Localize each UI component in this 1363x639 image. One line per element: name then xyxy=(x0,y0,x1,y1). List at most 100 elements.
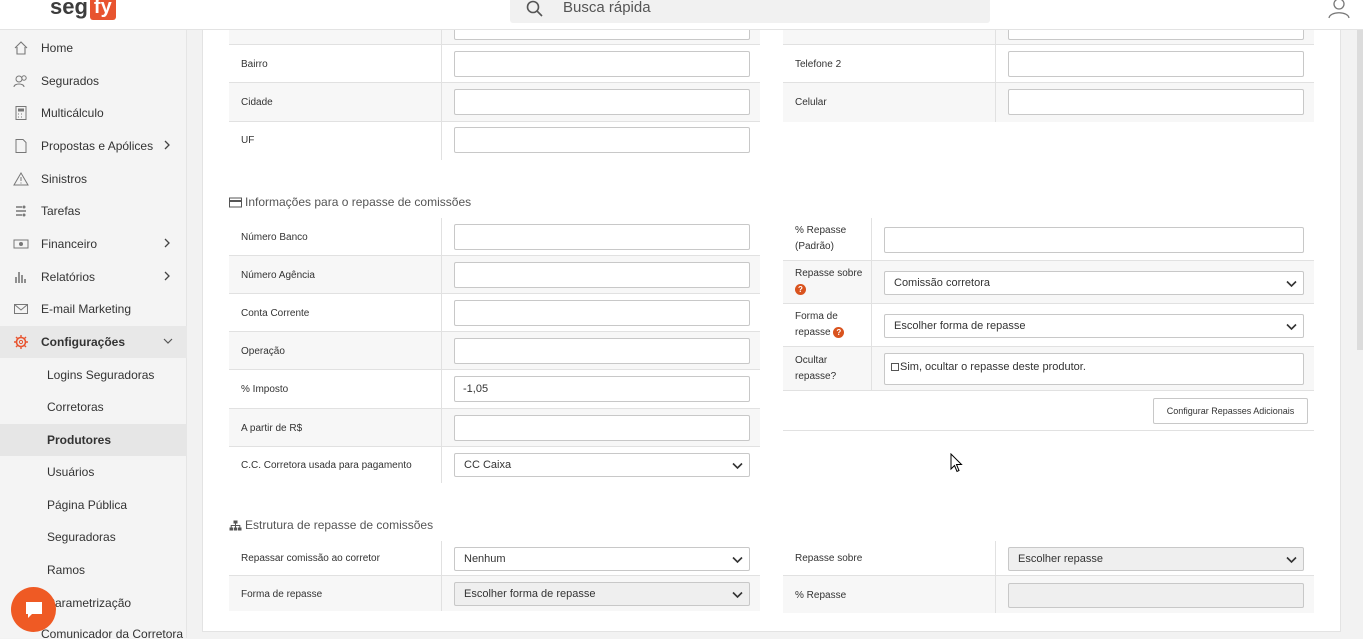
chat-icon xyxy=(25,601,42,618)
numero-banco-input[interactable] xyxy=(454,224,750,250)
field-label: % Repasse xyxy=(795,590,847,601)
imposto-input[interactable]: -1,05 xyxy=(454,376,750,402)
mail-icon xyxy=(14,304,28,314)
logo-box: fy xyxy=(89,0,116,20)
repasse-sobre-select[interactable]: Comissão corretora xyxy=(884,271,1304,295)
section-title-structure: Estrutura de repasse de comissões xyxy=(229,518,433,532)
credit-card-icon xyxy=(229,197,242,207)
sidebar-subitem-logins-seguradoras[interactable]: Logins Seguradoras xyxy=(0,359,187,391)
sidebar-subitem-ramos[interactable]: Ramos xyxy=(0,554,187,586)
table-row: Operação xyxy=(229,332,760,370)
ocultar-box: Sim, ocultar o repasse deste produtor. xyxy=(884,353,1304,385)
field-label: Celular xyxy=(795,97,827,108)
field-label: Cidade xyxy=(241,97,273,108)
table-row: Telefone 2 xyxy=(783,45,1314,83)
ocultar-checkbox[interactable] xyxy=(891,363,899,371)
field-label: Repassar comissão ao corretor xyxy=(241,553,380,564)
chevron-down-icon xyxy=(732,556,743,564)
field-label: Forma de repasse xyxy=(241,589,323,600)
sidebar-item-relatorios[interactable]: Relatórios xyxy=(0,261,187,293)
field-label: Ocultar xyxy=(795,355,828,366)
uf-input[interactable] xyxy=(454,127,750,153)
numero-agencia-input[interactable] xyxy=(454,262,750,288)
bairro-input[interactable] xyxy=(454,51,750,77)
select-value: Comissão corretora xyxy=(894,277,990,289)
chevron-down-icon xyxy=(163,338,173,344)
tasks-icon xyxy=(16,205,26,217)
repasse-padrao-input[interactable] xyxy=(884,227,1304,253)
table-row: Repasse sobre? Comissão corretora xyxy=(783,261,1314,304)
sidebar-item-propostas[interactable]: Propostas e Apólices xyxy=(0,130,187,162)
chat-button[interactable] xyxy=(11,587,56,632)
search-bar[interactable]: Busca rápida xyxy=(510,0,990,23)
gear-icon xyxy=(14,335,28,349)
sidebar-subitem-corretoras[interactable]: Corretoras xyxy=(0,391,187,423)
table-row: Celular xyxy=(783,83,1314,122)
operacao-input[interactable] xyxy=(454,338,750,364)
sidebar-item-label: Home xyxy=(41,41,74,55)
table-row: Ocultar repasse? Sim, ocultar o repasse d… xyxy=(783,347,1314,391)
sidebar-item-multicalculo[interactable]: Multicálculo xyxy=(0,97,187,129)
celular-input[interactable] xyxy=(1008,89,1304,115)
sidebar-subitem-usuarios[interactable]: Usuários xyxy=(0,456,187,488)
mouse-cursor-icon xyxy=(950,453,963,473)
field-label: Número Agência xyxy=(241,270,315,281)
search-input[interactable]: Busca rápida xyxy=(563,0,651,16)
table-row: Forma de repasse ? Escolher forma de repa… xyxy=(783,304,1314,347)
field-label: A partir de R$ xyxy=(241,423,303,434)
field-label: Operação xyxy=(241,346,285,357)
sidebar-item-label: E-mail Marketing xyxy=(41,302,132,316)
estrutura-repasse-percent-input[interactable] xyxy=(1008,583,1304,608)
field-label: Conta Corrente xyxy=(241,308,310,319)
select-value: CC Caixa xyxy=(464,459,512,471)
configurar-repasses-button[interactable]: Configurar Repasses Adicionais xyxy=(1153,398,1308,424)
imposto-value: -1,05 xyxy=(463,383,489,395)
chevron-down-icon xyxy=(1286,323,1297,331)
sidebar-item-email-marketing[interactable]: E-mail Marketing xyxy=(0,293,187,325)
estrutura-repasse-sobre-select[interactable]: Escolher repasse xyxy=(1008,547,1304,571)
segfy-logo[interactable]: seg fy xyxy=(50,0,116,20)
select-value: Escolher forma de repasse xyxy=(894,320,1026,332)
help-icon[interactable]: ? xyxy=(833,326,845,338)
sidebar-subitem-seguradoras[interactable]: Seguradoras xyxy=(0,521,187,553)
sidebar-item-segurados[interactable]: Segurados xyxy=(0,65,187,97)
table-row: % Imposto -1,05 xyxy=(229,370,760,409)
sidebar-item-configuracoes[interactable]: Configurações xyxy=(0,326,187,358)
sidebar: Home Segurados Multicálculo Propostas e … xyxy=(0,30,187,639)
sidebar-item-home[interactable]: Home xyxy=(0,32,187,64)
user-icon[interactable] xyxy=(1327,0,1351,19)
table-row: UF xyxy=(229,122,760,160)
calculator-icon xyxy=(15,106,27,120)
help-icon[interactable]: ? xyxy=(795,283,806,295)
sidebar-item-tarefas[interactable]: Tarefas xyxy=(0,195,187,227)
sidebar-item-financeiro[interactable]: Financeiro xyxy=(0,228,187,260)
bar-chart-icon xyxy=(15,272,26,283)
logo-text: seg xyxy=(50,0,88,19)
a-partir-input[interactable] xyxy=(454,415,750,441)
search-icon xyxy=(526,0,543,17)
sidebar-item-label: Financeiro xyxy=(41,237,98,251)
sidebar-item-label: Sinistros xyxy=(41,172,88,186)
table-row: Conta Corrente xyxy=(229,294,760,332)
telefone2-input[interactable] xyxy=(1008,51,1304,77)
sidebar-subitem-label: Corretoras xyxy=(47,400,104,414)
field-label: (Padrão) xyxy=(795,241,834,252)
forma-repasse-select[interactable]: Escolher forma de repasse xyxy=(884,314,1304,338)
chevron-right-icon xyxy=(164,271,170,281)
chevron-down-icon xyxy=(1286,280,1297,288)
table-row: % Repasse xyxy=(783,576,1314,613)
field-label: Número Banco xyxy=(241,232,308,243)
cidade-input[interactable] xyxy=(454,89,750,115)
estrutura-forma-select[interactable]: Escolher forma de repasse xyxy=(454,582,750,606)
sidebar-item-sinistros[interactable]: Sinistros xyxy=(0,163,187,195)
conta-corrente-input[interactable] xyxy=(454,300,750,326)
cc-corretora-select[interactable]: CC Caixa xyxy=(454,453,750,477)
sidebar-subitem-pagina-publica[interactable]: Página Pública xyxy=(0,489,187,521)
field-label: repasse xyxy=(795,327,831,338)
table-row: Número Agência xyxy=(229,256,760,294)
sidebar-item-label: Configurações xyxy=(41,335,126,349)
scrollbar[interactable] xyxy=(1357,30,1363,350)
section-title-text: Estrutura de repasse de comissões xyxy=(245,518,434,532)
sidebar-subitem-produtores[interactable]: Produtores xyxy=(0,424,187,456)
repassar-comissao-select[interactable]: Nenhum xyxy=(454,547,750,571)
